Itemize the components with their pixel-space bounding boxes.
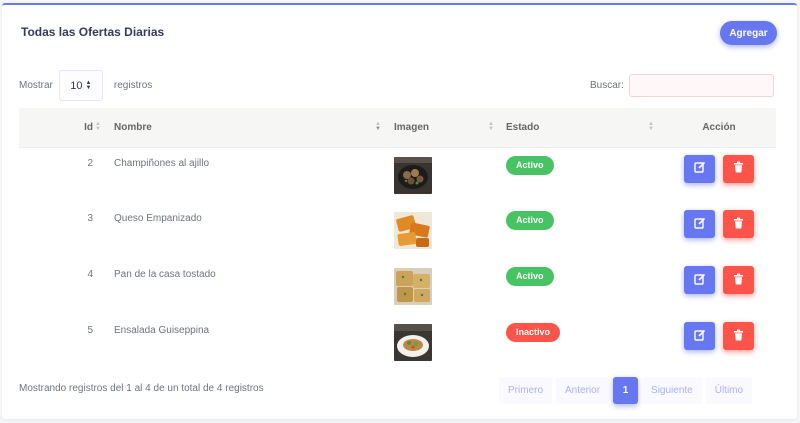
table-row: 4 Pan de la casa tostado Activo — [19, 259, 776, 315]
row-name: Pan de la casa tostado — [114, 269, 216, 280]
length-prefix-label: Mostrar — [19, 80, 53, 91]
row-name: Ensalada Guiseppina — [114, 325, 210, 336]
page-length-control: Mostrar 10 ▲ ▼ registros — [19, 70, 152, 101]
row-image-cell — [389, 315, 502, 371]
breaded-cheese-photo — [394, 212, 432, 249]
page-previous-button[interactable]: Anterior — [556, 377, 610, 404]
table-row: 5 Ensalada Guiseppina Inactivo — [19, 315, 776, 371]
page-length-select[interactable]: 10 ▲ ▼ — [58, 70, 103, 101]
edit-icon — [693, 217, 706, 232]
page-length-value: 10 — [70, 79, 83, 92]
row-actions-cell — [662, 315, 776, 371]
row-actions-cell — [662, 203, 776, 259]
column-header-accion: Acción — [662, 108, 776, 148]
edit-icon — [693, 329, 706, 344]
column-header-label: Imagen — [394, 121, 430, 133]
edit-button[interactable] — [684, 154, 715, 183]
row-image-cell — [389, 259, 502, 315]
column-header-label: Nombre — [114, 121, 152, 133]
table-row: 3 Queso Empanizado Activo — [19, 203, 776, 259]
column-header-label: Id — [84, 121, 93, 133]
length-suffix-label: registros — [113, 80, 153, 91]
trash-icon — [733, 161, 744, 176]
trash-icon — [733, 217, 744, 232]
edit-button[interactable] — [684, 266, 715, 294]
status-badge: Activo — [506, 267, 554, 286]
row-name: Champiñones al ajillo — [114, 157, 210, 169]
sort-icon: ▲ ▼ — [488, 121, 494, 132]
select-arrows-icon: ▲ ▼ — [85, 79, 92, 91]
column-header-estado[interactable]: Estado ▲ ▼ — [502, 108, 662, 148]
search-input[interactable] — [628, 74, 774, 97]
edit-icon — [693, 161, 706, 176]
mushrooms-dish-photo — [394, 156, 432, 194]
delete-button[interactable] — [723, 322, 754, 350]
page-number-button[interactable]: 1 — [613, 377, 639, 404]
edit-button[interactable] — [684, 322, 715, 350]
row-status-cell: Activo — [502, 203, 662, 259]
column-header-id[interactable]: Id ▲ ▼ — [19, 108, 109, 148]
trash-icon — [733, 329, 744, 344]
sort-icon: ▲ ▼ — [375, 121, 381, 132]
row-id: 5 — [87, 325, 93, 336]
add-button[interactable]: Agregar — [720, 21, 777, 45]
edit-icon — [693, 273, 706, 288]
row-status-cell: Activo — [502, 259, 662, 315]
row-status-cell: Activo — [502, 147, 662, 203]
salad-plate-photo — [394, 324, 432, 361]
delete-button[interactable] — [723, 154, 754, 183]
column-header-label: Acción — [702, 121, 736, 133]
table-header-row: Id ▲ ▼ Nombre ▲ ▼ Imagen ▲ ▼ Estado ▲ ▼ Acci… — [19, 108, 776, 148]
row-image-cell — [389, 203, 502, 259]
page-first-button[interactable]: Primero — [499, 377, 553, 404]
page-last-button[interactable]: Último — [705, 377, 753, 404]
row-actions-cell — [662, 259, 776, 315]
column-header-nombre[interactable]: Nombre ▲ ▼ — [109, 108, 389, 148]
status-badge: Activo — [506, 211, 554, 230]
search-label: Buscar: — [590, 80, 624, 91]
row-name: Queso Empanizado — [114, 213, 202, 224]
status-badge: Activo — [506, 155, 554, 175]
page-next-button[interactable]: Siguiente — [642, 377, 702, 404]
status-badge: Inactivo — [506, 323, 561, 342]
delete-button[interactable] — [723, 266, 754, 294]
row-id: 3 — [87, 213, 93, 224]
delete-button[interactable] — [723, 210, 754, 238]
page-title: Todas las Ofertas Diarias — [21, 25, 165, 39]
sort-icon: ▲ ▼ — [95, 121, 101, 132]
row-actions-cell — [662, 147, 776, 203]
sort-icon: ▲ ▼ — [648, 121, 654, 132]
toasted-bread-photo — [394, 268, 432, 305]
row-status-cell: Inactivo — [502, 315, 662, 371]
row-id: 2 — [87, 157, 93, 169]
trash-icon — [733, 273, 744, 288]
row-id: 4 — [87, 269, 93, 280]
pagination: Primero Anterior 1 Siguiente Último — [499, 377, 753, 404]
table-info: Mostrando registros del 1 al 4 de un tot… — [19, 383, 264, 394]
edit-button[interactable] — [684, 210, 715, 238]
row-image-cell — [389, 147, 502, 203]
search-control: Buscar: — [590, 74, 774, 97]
column-header-label: Estado — [506, 121, 540, 133]
column-header-imagen[interactable]: Imagen ▲ ▼ — [389, 108, 502, 148]
offers-table: Id ▲ ▼ Nombre ▲ ▼ Imagen ▲ ▼ Estado ▲ ▼ Acci… — [19, 108, 776, 371]
table-row: 2 Champiñones al ajillo Activo — [19, 147, 776, 203]
